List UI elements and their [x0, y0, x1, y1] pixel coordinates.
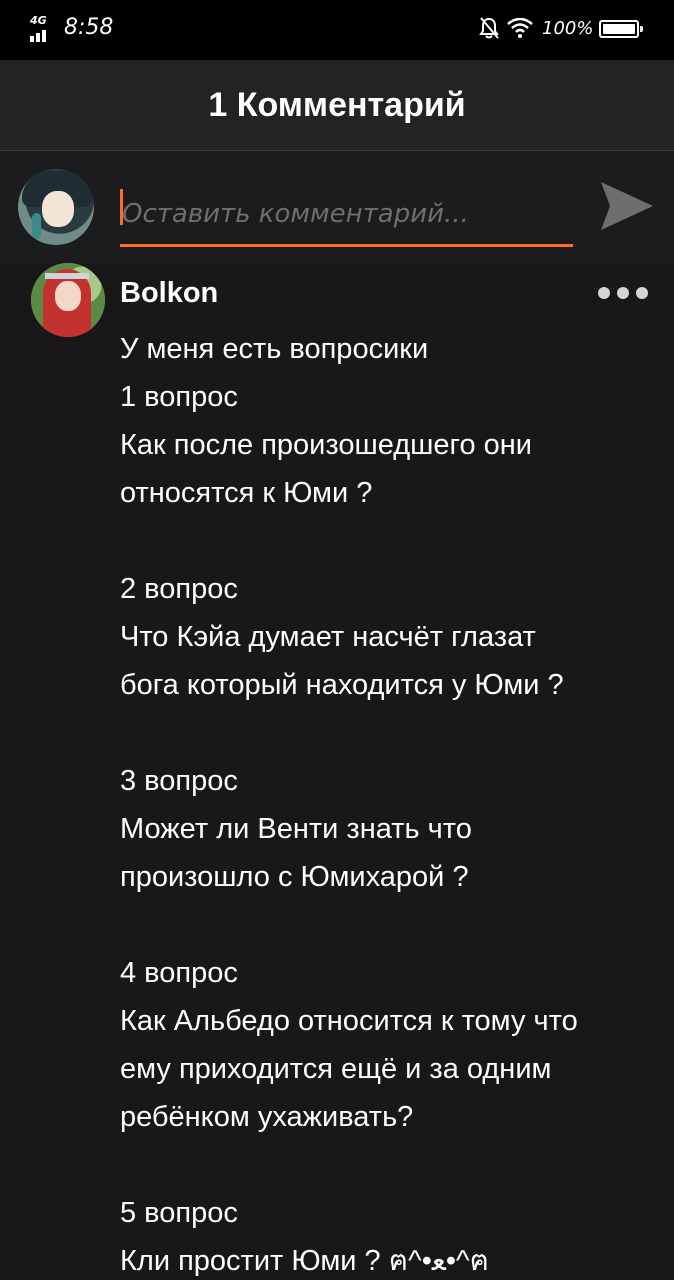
comment-line: [120, 1141, 650, 1189]
comment-line: Как после произошедшего они: [120, 429, 533, 461]
wifi-icon: [507, 18, 533, 38]
header: 1 Комментарий: [0, 60, 674, 151]
comment-item: Bolkon У меня есть вопросики 1 вопрос Ка…: [0, 263, 674, 1280]
comment-line: 3 вопрос: [120, 765, 238, 797]
comment-text: У меня есть вопросики 1 вопрос Как после…: [120, 325, 650, 1280]
comment-line: 2 вопрос: [120, 573, 238, 605]
comment-line: Как Альбедо относится к тому что: [120, 1005, 578, 1037]
comment-line: Может ли Венти знать что: [120, 813, 472, 845]
comment-line: Кли простит Юми ? ฅ^•ﻌ•^ฅ: [120, 1245, 490, 1277]
more-dots-icon[interactable]: [596, 285, 650, 301]
comment-line: ему приходится ещё и за одним: [120, 1053, 552, 1085]
status-time: 8:58: [64, 15, 114, 40]
comment-line: У меня есть вопросики: [120, 333, 429, 365]
network-type: 4G: [30, 14, 47, 27]
comment-line: Что Кэйа думает насчёт глазат: [120, 621, 536, 653]
battery-icon: [599, 20, 643, 38]
comment-line: произошло с Юмихарой ?: [120, 861, 469, 893]
comment-input[interactable]: [120, 183, 573, 247]
comment-line: относятся к Юми ?: [120, 477, 373, 509]
battery-percent: 100%: [542, 18, 594, 39]
comment-line: [120, 709, 650, 757]
comment-line: [120, 901, 650, 949]
comment-line: 4 вопрос: [120, 957, 238, 989]
comment-line: 5 вопрос: [120, 1197, 238, 1229]
avatar[interactable]: [31, 263, 105, 337]
bell-off-icon: [479, 17, 499, 39]
comment-line: 1 вопрос: [120, 381, 238, 413]
comment-composer: [0, 151, 674, 263]
text-caret: [120, 189, 123, 225]
avatar[interactable]: [18, 169, 94, 245]
page-title: 1 Комментарий: [208, 86, 466, 124]
status-bar: 4G 8:58 100%: [0, 0, 674, 60]
comment-line: бога который находится у Юми ?: [120, 669, 564, 701]
signal-icon: 4G: [28, 14, 52, 42]
comments-screen: 4G 8:58 100% 1 Комментарий Оставить комм…: [0, 0, 674, 1280]
comment-author[interactable]: Bolkon: [120, 277, 218, 310]
send-icon[interactable]: [598, 178, 656, 234]
comment-line: [120, 517, 650, 565]
comment-line: ребёнком ухаживать?: [120, 1101, 414, 1133]
